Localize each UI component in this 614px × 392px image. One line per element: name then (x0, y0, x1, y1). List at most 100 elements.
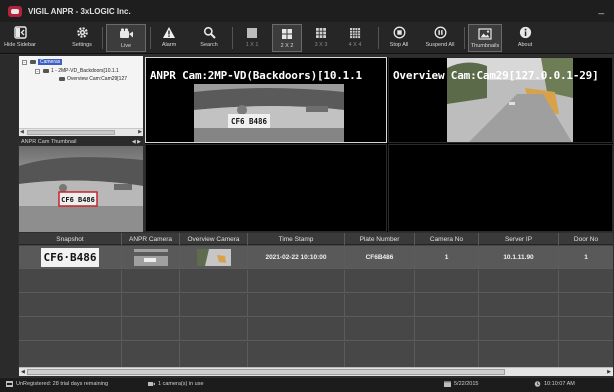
warning-icon (162, 24, 176, 41)
thumbnail-panel-header: ANPR Cam Thumbnail ◀ ▶ (19, 137, 143, 146)
stop-all-button[interactable]: Stop All (386, 24, 412, 52)
collapse-icon[interactable]: − (22, 59, 27, 65)
column-header-server-ip[interactable]: Server IP (479, 233, 559, 245)
tree-horizontal-scrollbar[interactable]: ◀ ▶ (19, 128, 143, 136)
about-button[interactable]: About (512, 24, 538, 52)
column-header-plate-number[interactable]: Plate Number (345, 233, 415, 245)
column-header-door-no[interactable]: Door No (559, 233, 613, 245)
anpr-camera-cell (122, 246, 180, 269)
camera-view-anpr[interactable]: CF6 B486 ANPR Cam:2MP-VD(Backdoors)[10.1… (145, 57, 387, 143)
overview-camera-label: Overview Cam:Cam29[127.0.0.1-29] (393, 69, 599, 82)
collapse-icon[interactable]: − (35, 68, 40, 74)
hide-sidebar-icon (13, 24, 27, 41)
plate-number-cell: CF6B486 (345, 246, 415, 269)
anpr-camera-feed: CF6 B486 (194, 84, 344, 142)
video-camera-icon (119, 25, 134, 42)
minimize-button[interactable]: _ (598, 4, 604, 15)
hide-sidebar-button[interactable]: Hide Sidebar (4, 24, 36, 52)
scroll-left-icon[interactable]: ◀ (20, 129, 24, 135)
clock-icon (534, 381, 541, 387)
layout-1x1-button[interactable]: 1 X 1 (240, 24, 264, 52)
toolbar-separator (464, 27, 465, 49)
title-bar: VIGIL ANPR - 3xLOGIC Inc. _ (0, 0, 614, 22)
anpr-results-table: Snapshot ANPR Camera Overview Camera Tim… (19, 233, 613, 367)
scrollbar-thumb[interactable] (27, 130, 115, 135)
layout-2x2-button[interactable]: 2 X 2 (272, 24, 302, 52)
search-icon (203, 24, 216, 41)
time-status: 10:10:07 AM (534, 381, 575, 387)
date-status: 5/22/2015 (444, 381, 478, 387)
grid-1x1-icon (246, 24, 258, 41)
anpr-camera-label: ANPR Cam:2MP-VD(Backdoors)[10.1.1 (150, 69, 362, 82)
timestamp-cell: 2021-02-22 10:10:00 (248, 246, 345, 269)
column-header-snapshot[interactable]: Snapshot (19, 233, 122, 245)
overview-camera-thumbnail (196, 249, 231, 266)
scroll-right-icon[interactable]: ▶ (138, 129, 142, 135)
table-row-empty (19, 270, 613, 293)
tree-node-overview-camera[interactable]: Overview Cam:Cam29[127 (57, 76, 127, 82)
live-button[interactable]: Live (106, 24, 146, 52)
table-horizontal-scrollbar[interactable]: ◀ ▶ (19, 367, 613, 376)
tree-node-cameras[interactable]: − Cameras (22, 59, 63, 65)
column-header-camera-no[interactable]: Camera No (415, 233, 479, 245)
key-icon (6, 381, 13, 387)
anpr-camera-thumbnail (133, 249, 168, 266)
calendar-icon (444, 381, 451, 387)
cameras-in-use-status: 1 camera(s) in use (148, 381, 204, 387)
table-row-empty (19, 294, 613, 317)
scroll-right-icon[interactable]: ▶ (607, 369, 611, 375)
camera-group-icon (30, 60, 36, 64)
camera-view-empty[interactable] (145, 144, 387, 232)
thumbnails-icon (478, 25, 492, 42)
column-header-time-stamp[interactable]: Time Stamp (248, 233, 345, 245)
overview-camera-cell (180, 246, 248, 269)
scroll-left-icon[interactable]: ◀ (21, 369, 25, 375)
grid-2x2-icon (281, 25, 293, 42)
thumbnail-nav-arrows[interactable]: ◀ ▶ (132, 139, 141, 145)
table-row-empty (19, 342, 613, 367)
snapshot-plate-image: CF6·B486 (40, 248, 100, 267)
window-title: VIGIL ANPR - 3xLOGIC Inc. (28, 6, 131, 16)
camera-grid: CF6 B486 ANPR Cam:2MP-VD(Backdoors)[10.1… (145, 57, 613, 232)
info-icon (519, 24, 532, 41)
door-no-cell: 1 (584, 254, 588, 261)
camera-icon (59, 77, 65, 81)
layout-3x3-button[interactable]: 3 X 3 (308, 24, 334, 52)
grid-4x4-icon (349, 24, 361, 41)
column-header-overview-camera[interactable]: Overview Camera (180, 233, 248, 245)
layout-4x4-button[interactable]: 4 X 4 (342, 24, 368, 52)
anpr-thumbnail-image[interactable]: CF6 B486 (19, 146, 143, 232)
camera-view-empty[interactable] (388, 144, 613, 232)
toolbar: Hide Sidebar Settings Live Alarm Search … (0, 22, 614, 54)
status-bar: UnRegistered: 28 trial days remaining 1 … (0, 378, 614, 392)
app-logo-icon (8, 5, 22, 17)
registration-status: UnRegistered: 28 trial days remaining (6, 381, 108, 387)
settings-button[interactable]: Settings (68, 24, 96, 52)
thumbnails-button[interactable]: Thumbnails (468, 24, 502, 52)
gear-icon (76, 24, 89, 41)
tree-node-anpr-camera[interactable]: − 1 - 2MP-VD_Backdoors[10.1.1 (35, 68, 119, 74)
server-ip-cell: 10.1.11.90 (479, 246, 559, 269)
camera-no-cell: 1 (415, 246, 479, 269)
grid-3x3-icon (315, 24, 327, 41)
alarm-button[interactable]: Alarm (156, 24, 182, 52)
anpr-feed-plate-text: CF6 B486 (231, 117, 268, 126)
table-header: Snapshot ANPR Camera Overview Camera Tim… (19, 233, 613, 245)
toolbar-separator (150, 27, 151, 49)
camera-icon (43, 69, 49, 73)
app-window: VIGIL ANPR - 3xLOGIC Inc. _ Hide Sidebar… (0, 0, 614, 392)
snapshot-cell: CF6·B486 (19, 246, 122, 269)
toolbar-separator (102, 27, 103, 49)
pause-icon (434, 24, 447, 41)
camera-view-overview[interactable]: Overview Cam:Cam29[127.0.0.1-29] (388, 57, 613, 143)
scrollbar-thumb[interactable] (27, 369, 505, 375)
thumbnail-plate-text: CF6 B486 (61, 196, 95, 204)
table-row[interactable]: CF6·B486 2021-02-22 10:10:00 CF6B486 1 1… (19, 246, 613, 269)
suspend-all-button[interactable]: Suspend All (422, 24, 458, 52)
camera-status-icon (148, 382, 155, 386)
column-header-anpr-camera[interactable]: ANPR Camera (122, 233, 180, 245)
stop-icon (393, 24, 406, 41)
search-button[interactable]: Search (196, 24, 222, 52)
toolbar-separator (232, 27, 233, 49)
toolbar-separator (378, 27, 379, 49)
